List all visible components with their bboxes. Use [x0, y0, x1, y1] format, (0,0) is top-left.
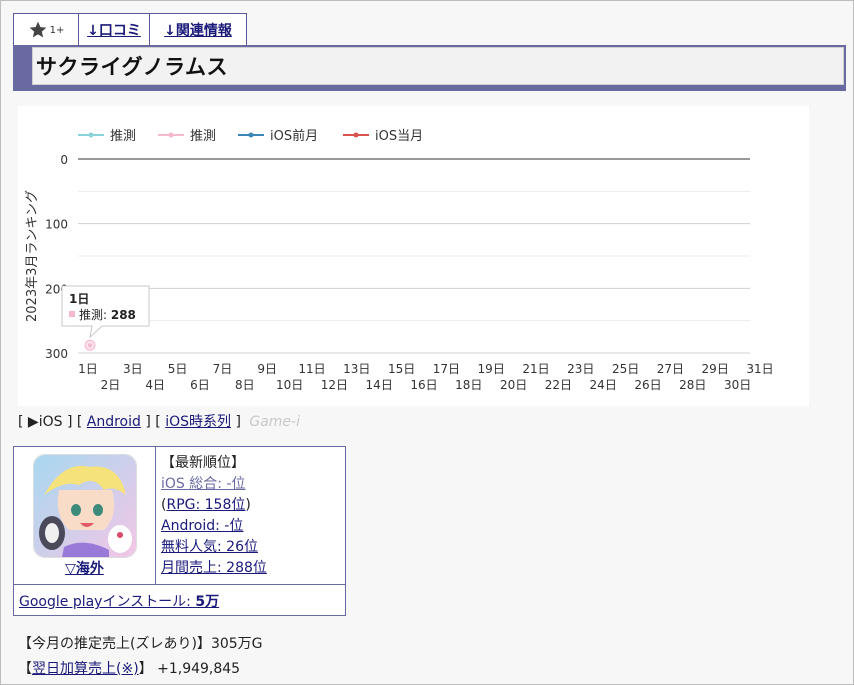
legend-marker [353, 132, 359, 138]
x-tick-label: 13日 [343, 362, 370, 376]
bracket-close: 】 [138, 661, 153, 677]
rpg-line: (RPG: 158位) [161, 497, 251, 513]
google-play-label: Google playインストール: [19, 594, 196, 610]
bracket-open: [ [18, 414, 24, 430]
x-tick-label: 10日 [276, 378, 303, 392]
free-rank-link[interactable]: 無料人気: 26位 [161, 539, 258, 555]
x-tick-label: 5日 [168, 362, 188, 376]
x-tick-label: 18日 [455, 378, 482, 392]
x-tick-label: 1日 [78, 362, 98, 376]
x-tick-label: 31日 [746, 362, 773, 376]
star-icon [29, 21, 46, 38]
x-tick-label: 11日 [298, 362, 325, 376]
estimated-sales-value: 305万G [210, 636, 263, 652]
overseas-link[interactable]: ▽海外 [14, 558, 155, 578]
legend-label: 推測 [110, 129, 136, 144]
estimated-sales-label: 【今月の推定売上(ズレあり)】 [18, 636, 211, 652]
platform-android-link[interactable]: Android [87, 414, 141, 430]
legend-label: iOS前月 [270, 128, 318, 144]
tooltip-swatch [69, 311, 75, 317]
tooltip-value: 288 [111, 308, 136, 322]
info-row-bottom: Google playインストール: 5万 [14, 585, 345, 617]
google-play-link[interactable]: Google playインストール: 5万 [19, 591, 219, 611]
rank-cell: 【最新順位】 iOS 総合: -位 (RPG: 158位) Android: -… [156, 447, 345, 584]
x-tick-label: 25日 [612, 362, 639, 376]
x-tick-label: 6日 [190, 378, 210, 392]
x-tick-label: 9日 [257, 362, 277, 376]
ios-series-link[interactable]: iOS時系列 [165, 414, 231, 430]
info-row-top: ▽海外 【最新順位】 iOS 総合: -位 (RPG: 158位) Androi… [14, 447, 345, 585]
android-rank-link[interactable]: Android: -位 [161, 518, 243, 534]
x-tick-label: 30日 [724, 378, 751, 392]
x-tick-label: 12日 [321, 378, 348, 392]
x-tick-label: 7日 [213, 362, 233, 376]
x-tick-label: 2日 [101, 378, 121, 392]
estimated-sales: 【今月の推定売上(ズレあり)】305万G [18, 633, 263, 653]
legend-marker [88, 132, 94, 138]
page-title: サクライグノラムス [36, 55, 229, 79]
tooltip-title: 1日 [69, 292, 89, 306]
y-tick-label: 0 [60, 153, 68, 167]
x-tick-label: 19日 [478, 362, 505, 376]
x-tick-label: 26日 [634, 378, 661, 392]
x-tick-label: 22日 [545, 378, 572, 392]
data-point-center [88, 343, 92, 348]
bracket-sep: ] [ [66, 414, 83, 430]
rpg-rank-link[interactable]: RPG: 158位 [166, 497, 245, 513]
tooltip-text: 推測: 288 [79, 308, 136, 322]
title-bar: サクライグノラムス [13, 45, 846, 91]
tab-related-info[interactable]: ↓関連情報 [150, 14, 246, 46]
favorite-button[interactable]: 1+ [14, 14, 79, 46]
latest-rank-heading: 【最新順位】 [161, 455, 245, 471]
x-tick-label: 8日 [235, 378, 255, 392]
x-tick-label: 29日 [702, 362, 729, 376]
monthly-sales-link[interactable]: 月間売上: 288位 [161, 560, 267, 576]
gamei-label: Game-i [249, 414, 300, 430]
app-info-table: ▽海外 【最新順位】 iOS 総合: -位 (RPG: 158位) Androi… [13, 446, 346, 616]
tab-reviews[interactable]: ↓口コミ [79, 14, 150, 46]
y-axis-label: 2023年3月ランキング [25, 190, 40, 322]
y-tick-label: 300 [45, 347, 68, 361]
bracket-close: ] [235, 414, 241, 430]
x-tick-label: 27日 [657, 362, 684, 376]
x-tick-label: 21日 [522, 362, 549, 376]
x-tick-label: 16日 [410, 378, 437, 392]
ranking-chart-svg: 推測 推測 iOS前月 iOS当月01002003002023年3月ランキング1日 3日… [25, 128, 774, 392]
tab-bar: 1+ ↓口コミ ↓関連情報 [13, 13, 247, 46]
google-play-value: 5万 [195, 594, 220, 610]
app-icon-cell: ▽海外 [14, 447, 156, 584]
x-tick-label: 17日 [433, 362, 460, 376]
title-box: サクライグノラムス [32, 47, 844, 85]
x-tick-label: 23日 [567, 362, 594, 376]
app-icon[interactable] [33, 454, 137, 558]
tooltip-label: 推測: [79, 308, 111, 322]
ios-total-link[interactable]: iOS 総合: -位 [161, 476, 245, 492]
bracket-open: 【 [18, 661, 32, 677]
x-tick-label: 3日 [123, 362, 143, 376]
legend-label: iOS当月 [375, 129, 423, 144]
ranking-chart: 推測 推測 iOS前月 iOS当月 0 100 200 300 2023年3月ランキング 1日 3日… [18, 106, 809, 406]
x-tick-label: 14日 [366, 378, 393, 392]
x-tick-label: 28日 [679, 378, 706, 392]
next-day-sales-link[interactable]: 翌日加算売上(※) [32, 661, 139, 677]
legend-label: 推測 [190, 129, 216, 144]
platform-links: [ ▶iOS ] [ Android ] [ iOS時系列 ] Game-i [18, 411, 300, 431]
x-tick-label: 24日 [590, 378, 617, 392]
x-tick-label: 4日 [145, 378, 165, 392]
y-tick-label: 100 [45, 218, 68, 232]
legend-marker [248, 132, 254, 138]
platform-ios-current: ▶iOS [27, 414, 63, 430]
x-tick-label: 20日 [500, 378, 527, 392]
legend-marker [168, 132, 174, 138]
favorite-count: 1+ [49, 24, 65, 36]
next-day-sales: 【翌日加算売上(※)】 +1,949,845 [18, 658, 240, 678]
next-day-sales-value: +1,949,845 [157, 661, 241, 677]
x-tick-label: 15日 [388, 362, 415, 376]
bracket-sep: ] [ [145, 414, 161, 430]
